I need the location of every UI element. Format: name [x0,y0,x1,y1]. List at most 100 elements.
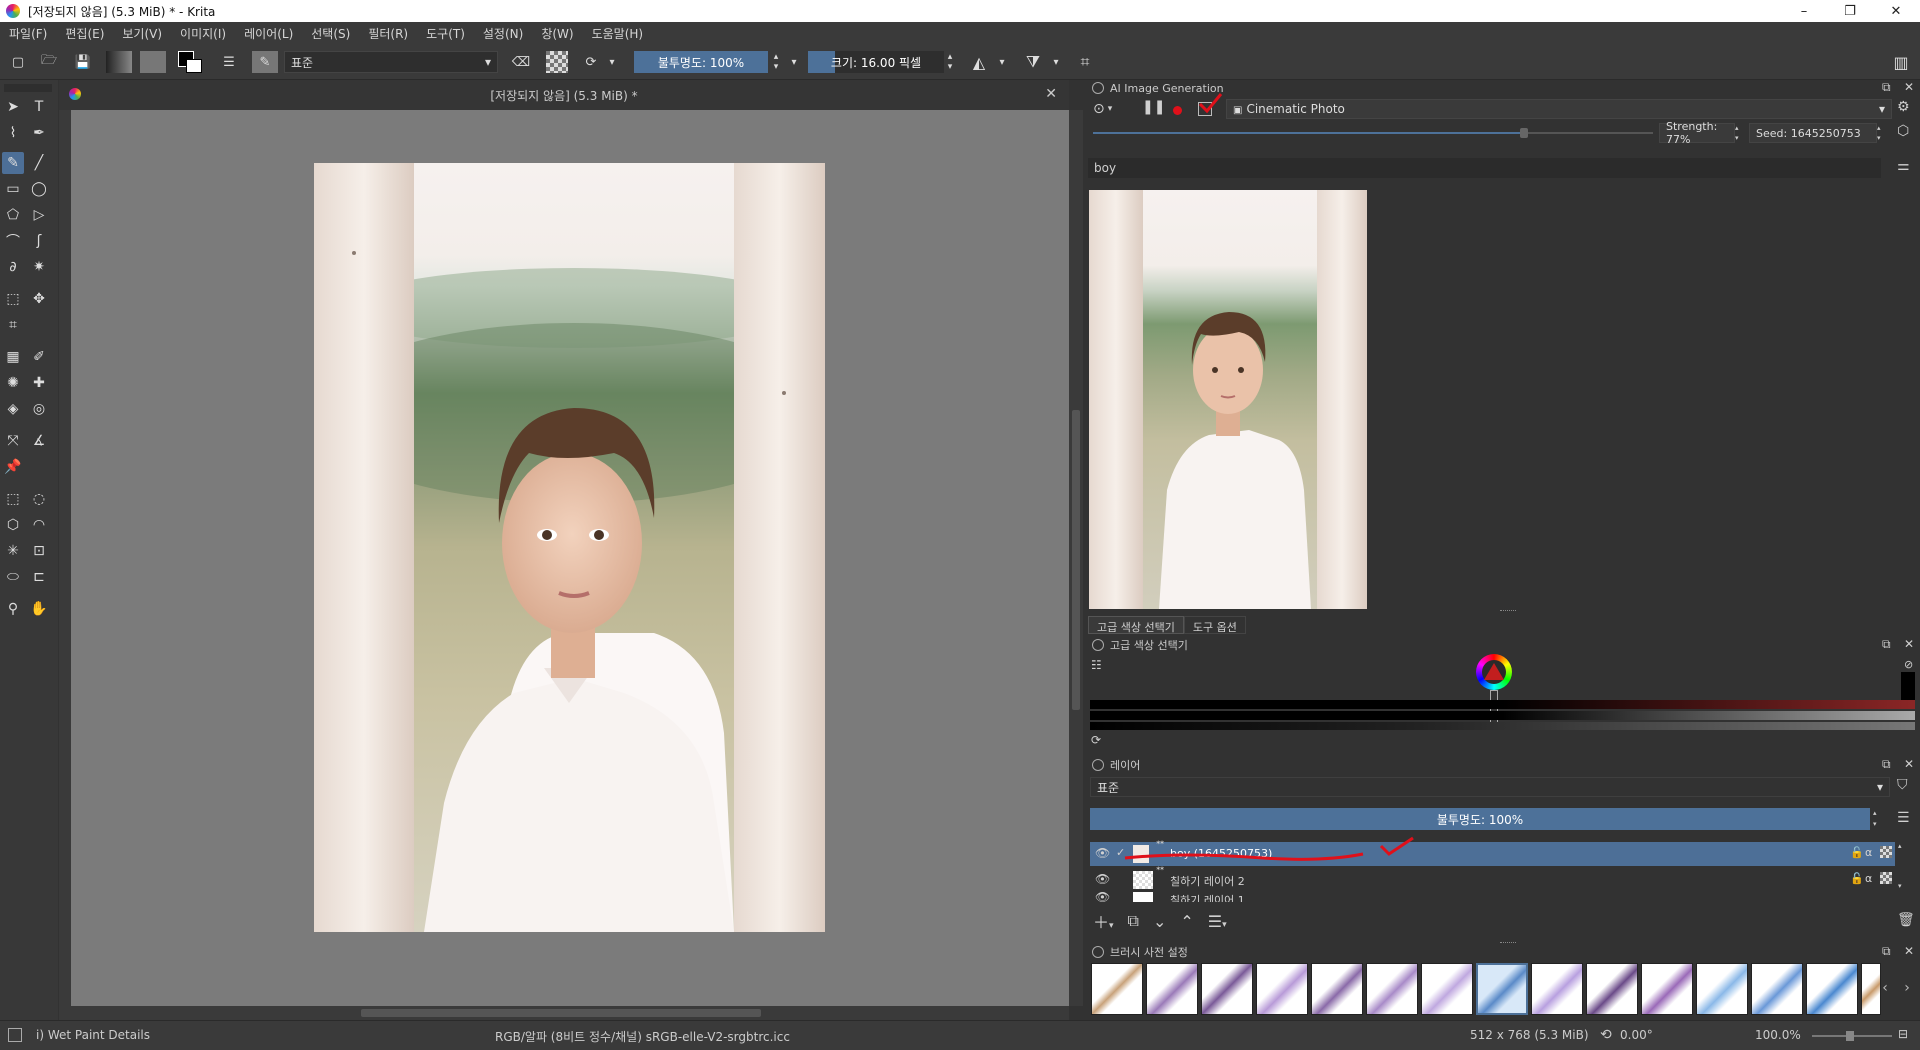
move-layer-down-icon[interactable]: ⌄ [1153,912,1166,931]
colorize-mask-tool-icon[interactable]: ✺ [2,372,24,394]
polyline-tool-icon[interactable]: ▷ [28,204,50,226]
brush-preset-thumbnail[interactable] [1641,963,1693,1015]
smart-patch-tool-icon[interactable]: ✚ [28,372,50,394]
brush-preset-thumbnail[interactable] [1696,963,1748,1015]
polygon-tool-icon[interactable]: ⬠ [2,204,24,226]
close-panel-icon[interactable]: ✕ [1904,757,1914,771]
splitter-handle[interactable] [1500,610,1516,612]
layer-menu-icon[interactable]: ☰ [1897,810,1910,826]
select-shapes-tool-icon[interactable]: ➤ [2,96,24,118]
prompt-input[interactable]: boy [1088,158,1881,178]
add-layer-icon[interactable]: ＋▾ [1093,909,1114,933]
workspace-icon[interactable]: ▥ [1890,51,1912,73]
fill-tool-icon[interactable]: ◈ [2,398,24,420]
style-select[interactable]: ▣ Cinematic Photo ▾ [1226,99,1892,119]
layer-opacity-slider[interactable]: 불투명도: 100% [1090,808,1870,830]
menu-window[interactable]: 창(W) [532,25,582,42]
current-color-swatch[interactable] [1901,672,1915,700]
color-slider-value[interactable] [1090,711,1915,720]
fg-bg-color-icon[interactable] [176,51,204,73]
layers-scrollbar[interactable]: ▴ ▾ [1898,842,1908,902]
strength-spin-icon[interactable]: ▴ ▾ [1735,123,1745,143]
ellipse-select-tool-icon[interactable]: ◌ [28,488,50,510]
move-layer-up-icon[interactable]: ⌃ [1180,912,1193,931]
zoom-tool-icon[interactable]: ⚲ [2,598,24,620]
enclose-fill-tool-icon[interactable]: ◎ [28,398,50,420]
seed-spin-icon[interactable]: ▴ ▾ [1877,123,1887,143]
calligraphy-tool-icon[interactable]: ✒ [28,122,50,144]
close-panel-icon[interactable]: ✕ [1904,637,1914,651]
mirror-horizontal-icon[interactable]: ◭ [968,51,990,73]
minimize-button[interactable]: – [1781,0,1827,22]
reload-preset-icon[interactable]: ⟳ [580,51,602,73]
lock-icon[interactable] [1092,946,1104,958]
close-panel-icon[interactable]: ✕ [1904,80,1914,94]
pause-icon[interactable]: ❚❚ [1142,99,1165,119]
chevron-left-icon[interactable]: ‹ [1875,980,1895,1000]
color-settings-icon[interactable]: ☷ [1091,658,1102,672]
document-tab[interactable]: [저장되지 않음] (5.3 MiB) * ✕ [59,80,1069,110]
text-tool-icon[interactable]: T [28,96,50,118]
zoom-slider[interactable] [1812,1031,1892,1041]
brush-preset-thumbnail[interactable] [1751,963,1803,1015]
settings-gear-icon[interactable]: ⚙ [1897,99,1910,115]
brush-preset-thumbnail[interactable] [1146,963,1198,1015]
alpha-inherit-icon[interactable]: α [1865,846,1872,859]
menu-edit[interactable]: 편집(E) [56,25,113,42]
line-tool-icon[interactable]: ╱ [28,152,50,174]
brush-preset-thumbnail[interactable] [1806,963,1858,1015]
transform-tool-icon[interactable]: ⬚ [2,288,24,310]
layer-blend-mode-select[interactable]: 표준 ▾ [1090,777,1890,797]
new-document-icon[interactable]: ▢ [8,51,28,73]
lock-icon[interactable] [1092,639,1104,651]
strength-slider-track[interactable] [1093,128,1653,138]
hue-ring[interactable] [1476,654,1512,690]
brush-settings-icon[interactable]: ☰ [218,51,240,73]
color-picker-tool-icon[interactable]: ✐ [28,346,50,368]
polygon-select-tool-icon[interactable]: ⬡ [2,514,24,536]
filter-icon[interactable]: ⛉ [1897,777,1908,793]
eraser-icon[interactable]: ⌫ [510,51,532,73]
vertical-scrollbar[interactable] [1069,110,1083,1006]
brush-preset-thumbnail[interactable] [1256,963,1308,1015]
multibrush-tool-icon[interactable]: ✷ [28,256,50,278]
measure-tool-icon[interactable]: ∡ [28,430,50,452]
assistant-tool-icon[interactable]: ⤧ [2,430,24,452]
rotation-icon[interactable]: ⟲ [1600,1027,1612,1043]
float-panel-icon[interactable]: ⧉ [1882,637,1891,652]
alpha-inherit-icon[interactable]: α [1865,872,1872,885]
no-color-icon[interactable]: ⊘ [1904,658,1913,671]
chevron-down-icon[interactable]: ▾ [996,51,1008,73]
visibility-eye-icon[interactable]: 👁 [1095,846,1110,860]
close-panel-icon[interactable]: ✕ [1904,944,1914,958]
chevron-down-icon[interactable]: ▾ [606,51,618,73]
splitter-handle[interactable] [1500,942,1516,944]
visibility-eye-icon[interactable]: 👁 [1095,892,1110,902]
freehand-path-tool-icon[interactable]: ʃ [28,230,50,252]
layer-name[interactable]: 칠하기 레이어 1 [1170,892,1245,902]
freehand-brush-tool-icon[interactable]: ✎ [2,152,24,174]
delete-layer-icon[interactable]: 🗑 [1897,912,1915,928]
lock-icon[interactable] [1092,82,1104,94]
tab-advanced-color[interactable]: 고급 색상 선택기 [1088,616,1184,634]
layer-opacity-spin-icon[interactable]: ▴ ▾ [1873,808,1883,830]
gradient-tool-icon[interactable]: ▦ [2,346,24,368]
gradient-swatch[interactable] [106,51,132,73]
brush-preset-thumbnail[interactable] [1366,963,1418,1015]
freehand-select-tool-icon[interactable]: ◠ [28,514,50,536]
brush-preset-thumbnail[interactable] [1201,963,1253,1015]
color-slider-lightness[interactable] [1090,722,1915,730]
brush-preset-thumbnail[interactable] [1421,963,1473,1015]
refresh-icon[interactable]: ⟳ [1091,733,1101,747]
alpha-lock-icon[interactable] [546,51,568,73]
chevron-down-icon[interactable]: ▾ [1050,51,1062,73]
rect-select-tool-icon[interactable]: ⬚ [2,488,24,510]
menu-select[interactable]: 선택(S) [302,25,359,42]
horizontal-scrollbar[interactable] [71,1006,1069,1020]
duplicate-layer-icon[interactable]: ⧉ [1128,911,1139,931]
opacity-slider[interactable]: 불투명도: 100% [634,51,768,73]
menu-layer[interactable]: 레이어(L) [235,25,302,42]
dynamic-brush-tool-icon[interactable]: ∂ [2,256,24,278]
prompt-settings-icon[interactable]: ⚌ [1897,158,1910,174]
move-tool-icon[interactable]: ✥ [28,288,50,310]
